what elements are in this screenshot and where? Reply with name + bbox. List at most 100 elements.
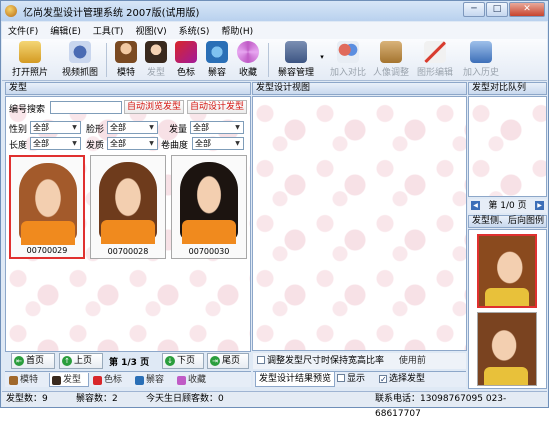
jewelry-icon <box>135 376 144 385</box>
side-view-image[interactable] <box>477 234 537 308</box>
chevron-down-icon: ▼ <box>235 124 240 131</box>
side-view-header: 发型侧、后向图例 <box>468 215 547 228</box>
close-button[interactable]: ✕ <box>509 2 545 17</box>
show-toggle[interactable]: 显示 <box>337 372 365 387</box>
page-indicator: 第 1/3 页 <box>109 358 150 368</box>
compare-queue-list[interactable] <box>468 96 547 197</box>
color-swatch-icon <box>175 41 197 63</box>
next-page-button[interactable]: ↓ 下页 <box>162 353 204 369</box>
hairstyle-thumbnail[interactable]: 00700028 <box>90 155 166 259</box>
prev-page-button[interactable]: ↑ 上页 <box>59 353 103 369</box>
search-label: 编号搜索 <box>9 105 46 115</box>
compare-people-icon <box>337 41 359 63</box>
model-icon <box>9 376 18 385</box>
window-title: 亿尚发型设计管理系统 2007版(试用版) <box>23 7 200 19</box>
design-view-header: 发型设计视图 <box>252 82 467 95</box>
add-compare-button[interactable]: 加入对比 <box>329 41 367 79</box>
toolbar: 打开照片 视频抓图 模特 发型 色标 鬃容 收藏 鬃容管理 ▾ 加入对比 人像调… <box>2 39 547 81</box>
jewelry-button[interactable]: 鬃容 <box>203 41 231 79</box>
hairstyle-code: 00700028 <box>107 247 149 256</box>
side-view-panel <box>468 229 547 389</box>
add-history-button[interactable]: 加入历史 <box>462 41 500 79</box>
menu-system[interactable]: 系统(S) <box>173 24 216 37</box>
hair-texture-label: 发质 <box>86 141 105 151</box>
chevron-down-icon: ▼ <box>149 124 154 131</box>
first-page-button[interactable]: ⇤ 首页 <box>11 353 55 369</box>
model-button[interactable]: 模特 <box>112 41 140 79</box>
menu-tools[interactable]: 工具(T) <box>87 24 130 37</box>
tab-hairstyle[interactable]: 发型 <box>49 373 89 387</box>
left-tab-bar: 模特 发型 色标 鬃容 收藏 <box>5 371 251 387</box>
length-label: 长度 <box>9 141 28 151</box>
chevron-down-icon: ▼ <box>149 140 154 147</box>
tab-jewelry[interactable]: 鬃容 <box>133 373 173 387</box>
color-button[interactable]: 色标 <box>172 41 200 79</box>
tab-color[interactable]: 色标 <box>91 373 131 387</box>
status-bar: 发型数：9 鬃容数：2 今天生日顾客数：0 联系电话：13098767095 0… <box>2 391 547 419</box>
tab-favorites[interactable]: 收藏 <box>175 373 215 387</box>
length-select[interactable]: 全部 ▼ <box>30 137 81 150</box>
hair-texture-select[interactable]: 全部 ▼ <box>107 137 158 150</box>
favorites-flower-icon <box>237 41 259 63</box>
gender-label: 性别 <box>9 125 28 135</box>
video-capture-button[interactable]: 视频抓图 <box>60 41 100 79</box>
jewelry-manage-button[interactable]: 鬃容管理 <box>274 41 318 79</box>
history-icon <box>470 41 492 63</box>
pagination: ⇤ 首页 ↑ 上页 第 1/3 页 ↓ 下页 ⇥ 尾页 <box>5 353 251 369</box>
search-input[interactable] <box>50 101 122 114</box>
tab-result-preview[interactable]: 发型设计结果预览 <box>255 372 336 387</box>
hairstyle-panel-header: 发型 <box>5 82 251 95</box>
portrait-adjust-icon <box>380 41 402 63</box>
edit-graphic-button[interactable]: 图形编辑 <box>416 41 454 79</box>
prev-page-icon[interactable]: ◀ <box>471 201 480 210</box>
menu-view[interactable]: 视图(V) <box>129 24 172 37</box>
hairstyle-thumbnail[interactable]: 00700030 <box>171 155 247 259</box>
design-canvas[interactable] <box>252 96 467 351</box>
open-photo-button[interactable]: 打开照片 <box>10 41 50 79</box>
menu-file[interactable]: 文件(F) <box>2 24 44 37</box>
down-arrow-icon: ↓ <box>165 356 175 366</box>
select-hairstyle-toggle[interactable]: 选择发型 <box>379 372 425 387</box>
keep-ratio-checkbox[interactable] <box>257 356 265 364</box>
last-page-icon: ⇥ <box>210 356 220 366</box>
hairstyle-button[interactable]: 发型 <box>142 41 170 79</box>
hairstyle-icon <box>145 41 167 63</box>
tab-model[interactable]: 模特 <box>7 373 47 387</box>
curl-select[interactable]: 全部 ▼ <box>192 137 244 150</box>
portrait-adjust-button[interactable]: 人像调整 <box>372 41 410 79</box>
menu-help[interactable]: 帮助(H) <box>215 24 259 37</box>
maximize-button[interactable]: □ <box>486 2 508 17</box>
face-shape-label: 脸形 <box>86 125 105 135</box>
auto-browse-button[interactable]: 自动浏览发型 <box>124 100 184 114</box>
color-swatch-icon <box>93 376 102 385</box>
gender-select[interactable]: 全部 ▼ <box>30 121 81 134</box>
model-face-icon <box>115 41 137 63</box>
chevron-down-icon: ▼ <box>72 124 77 131</box>
up-arrow-icon: ↑ <box>62 356 72 366</box>
birthday-count: 今天生日顾客数：0 <box>146 394 224 404</box>
folder-icon <box>19 41 41 63</box>
design-options-bar: 调整发型尺寸时保持宽高比率 使用前 <box>253 353 466 369</box>
center-bottom-tabs: 发型设计结果预览 显示 选择发型 <box>253 371 466 387</box>
jewelry-count: 鬃容数：2 <box>76 394 118 404</box>
contact-phone: 联系电话：13098767095 023-68617707 <box>375 394 507 419</box>
hair-volume-select[interactable]: 全部 ▼ <box>190 121 244 134</box>
hair-volume-label: 发量 <box>169 125 188 135</box>
hairstyle-code: 00700029 <box>26 246 68 255</box>
jewelry-icon <box>206 41 228 63</box>
back-view-image[interactable] <box>477 312 537 386</box>
chevron-down-icon: ▼ <box>72 140 77 147</box>
minimize-button[interactable]: ─ <box>463 2 485 17</box>
last-page-button[interactable]: ⇥ 尾页 <box>207 353 249 369</box>
webcam-icon <box>69 41 91 63</box>
next-page-icon[interactable]: ▶ <box>535 201 544 210</box>
hairstyle-code: 00700030 <box>188 247 230 256</box>
face-shape-select[interactable]: 全部 ▼ <box>107 121 158 134</box>
manage-people-icon <box>285 41 307 63</box>
menu-edit[interactable]: 编辑(E) <box>44 24 87 37</box>
favorites-button[interactable]: 收藏 <box>234 41 262 79</box>
auto-design-button[interactable]: 自动设计发型 <box>187 100 247 114</box>
app-window: 亿尚发型设计管理系统 2007版(试用版) ─ □ ✕ 文件(F) 编辑(E) … <box>0 0 549 419</box>
first-page-icon: ⇤ <box>14 356 24 366</box>
hairstyle-thumbnail[interactable]: 00700029 <box>9 155 85 259</box>
